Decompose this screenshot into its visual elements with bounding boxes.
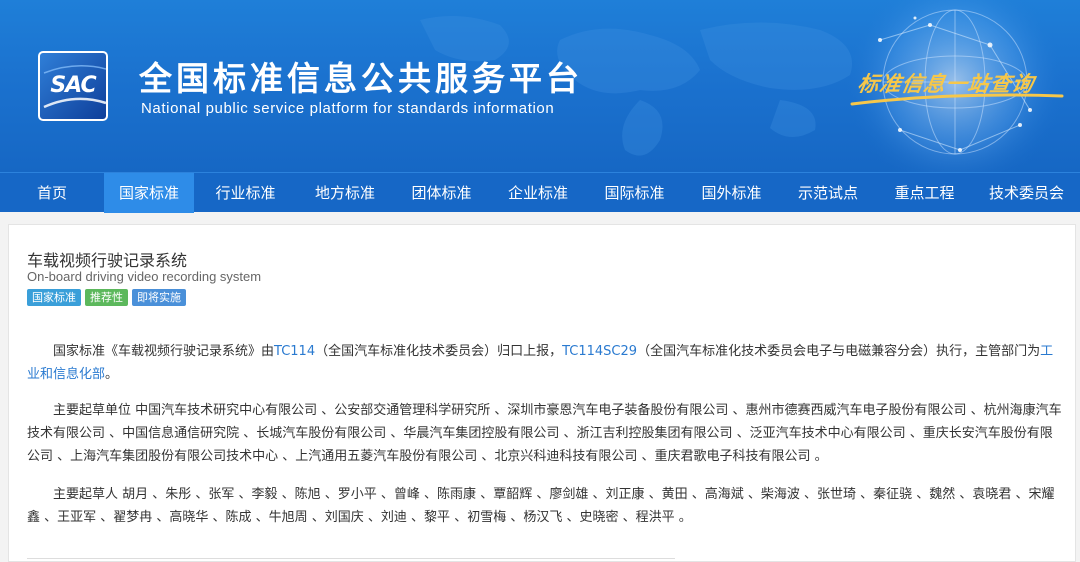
standard-title-english: On-board driving video recording system	[27, 269, 262, 284]
summary-text-3: （全国汽车标准化技术委员会电子与电磁兼容分会）执行，主管部门为	[637, 344, 1041, 359]
site-banner: SAC 全国标准信息公共服务平台 National public service…	[0, 0, 1080, 172]
tc114-link[interactable]: TC114	[274, 344, 315, 359]
nav-item-local-standard[interactable]: 地方标准	[297, 173, 393, 213]
summary-text-4: 。	[105, 367, 119, 382]
site-title: 全国标准信息公共服务平台	[139, 59, 583, 98]
nav-item-group-standard[interactable]: 团体标准	[393, 173, 490, 213]
summary-text-2: （全国汽车标准化技术委员会）归口上报，	[315, 344, 563, 359]
nav-item-home[interactable]: 首页	[0, 173, 104, 213]
nav-item-technical-committee[interactable]: 技术委员会	[973, 173, 1080, 213]
tag-recommended: 推荐性	[85, 289, 128, 306]
standard-detail-card: 车载视频行驶记录系统 On-board driving video record…	[8, 224, 1076, 562]
nav-item-enterprise-standard[interactable]: 企业标准	[490, 173, 586, 213]
tag-national-standard: 国家标准	[27, 289, 81, 306]
site-subtitle: National public service platform for sta…	[141, 100, 555, 117]
tc114sc29-link[interactable]: TC114SC29	[562, 344, 637, 359]
sac-logo[interactable]: SAC	[38, 51, 108, 121]
summary-text-1: 国家标准《车载视频行驶记录系统》由	[53, 344, 275, 359]
drafters: 主要起草人 胡月 、朱彤 、张军 、李毅 、陈旭 、罗小平 、曾峰 、陈雨康 、…	[27, 487, 1055, 525]
nav-item-key-projects[interactable]: 重点工程	[876, 173, 973, 213]
tag-upcoming: 即将实施	[132, 289, 186, 306]
logo-text: SAC	[50, 73, 96, 98]
nav-item-national-standard[interactable]: 国家标准	[104, 173, 194, 213]
standard-tags: 国家标准 推荐性 即将实施	[27, 289, 186, 306]
nav-item-foreign-standard[interactable]: 国外标准	[683, 173, 780, 213]
standard-title: 车载视频行驶记录系统	[27, 251, 188, 270]
nav-item-industry-standard[interactable]: 行业标准	[194, 173, 297, 213]
standard-summary: 国家标准《车载视频行驶记录系统》由TC114（全国汽车标准化技术委员会）归口上报…	[27, 340, 1063, 386]
nav-item-pilot-demo[interactable]: 示范试点	[780, 173, 876, 213]
nav-item-international-standard[interactable]: 国际标准	[586, 173, 683, 213]
slogan: 标准信息一站查询	[855, 71, 1037, 96]
section-divider	[27, 558, 675, 559]
main-nav: 首页 国家标准 行业标准 地方标准 团体标准 企业标准 国际标准 国外标准 示范…	[0, 172, 1080, 213]
drafting-units: 主要起草单位 中国汽车技术研究中心有限公司 、公安部交通管理科学研究所 、深圳市…	[27, 403, 1062, 464]
